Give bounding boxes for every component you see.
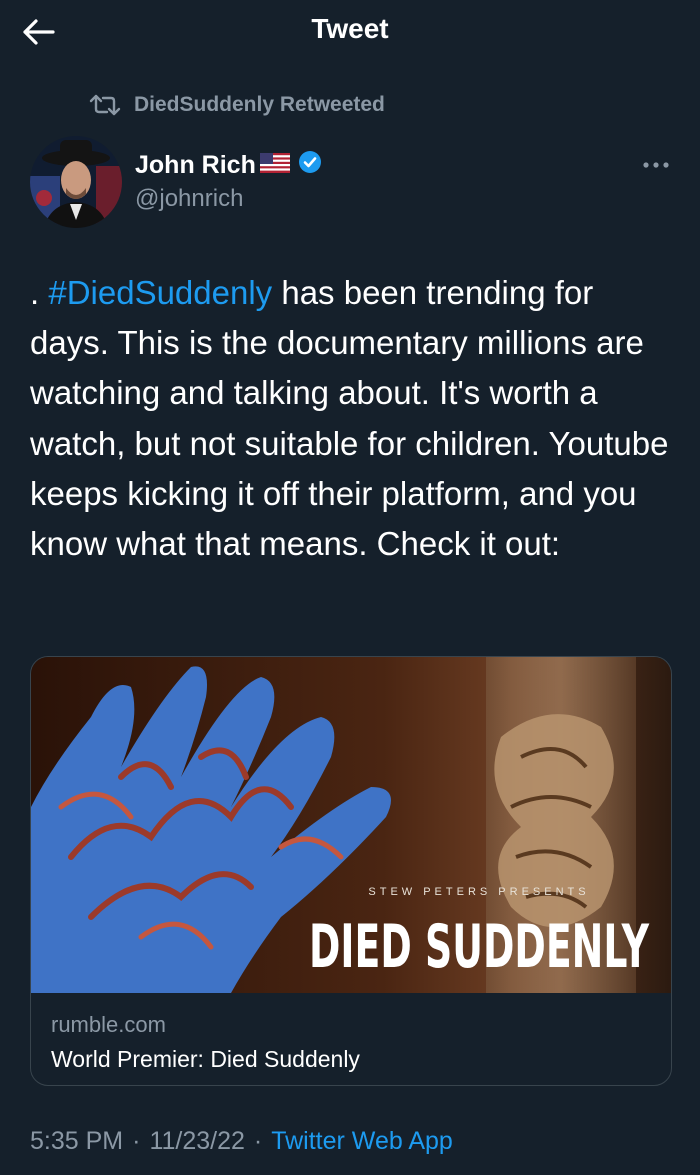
- card-image-subtitle: STEW PETERS PRESENTS: [368, 886, 589, 898]
- card-image: STEW PETERS PRESENTS DIED SUDDENLY: [31, 657, 671, 993]
- link-card[interactable]: STEW PETERS PRESENTS DIED SUDDENLY rumbl…: [30, 656, 672, 1086]
- tweet-body: has been trending for days. This is the …: [30, 274, 669, 563]
- tweet-source-link[interactable]: Twitter Web App: [271, 1127, 453, 1156]
- more-horizontal-icon: [643, 162, 669, 168]
- top-bar: Tweet: [0, 0, 700, 62]
- more-options-button[interactable]: [638, 150, 674, 180]
- retweet-context[interactable]: DiedSuddenly Retweeted: [88, 90, 385, 120]
- card-image-title: DIED SUDDENLY: [309, 912, 650, 982]
- retweet-icon: [89, 94, 121, 116]
- tweet-metadata: 5:35 PM · 11/23/22 · Twitter Web App: [30, 1127, 453, 1156]
- tweet-time[interactable]: 5:35 PM: [30, 1127, 123, 1156]
- card-info: rumble.com World Premier: Died Suddenly: [31, 994, 671, 1085]
- verified-badge-icon: [298, 150, 322, 181]
- retweet-label: DiedSuddenly Retweeted: [134, 93, 385, 116]
- separator: ·: [132, 1127, 141, 1155]
- us-flag-icon: [259, 151, 290, 180]
- author-name[interactable]: John Rich: [135, 150, 322, 181]
- card-title: World Premier: Died Suddenly: [51, 1046, 360, 1072]
- avatar[interactable]: [30, 136, 122, 228]
- author-handle[interactable]: @johnrich: [135, 185, 243, 213]
- separator: ·: [253, 1127, 263, 1155]
- card-domain: rumble.com: [51, 1012, 166, 1037]
- tweet-date[interactable]: 11/23/22: [149, 1127, 244, 1156]
- author-display-name: John Rich: [135, 151, 256, 179]
- tweet-text: . #DiedSuddenly has been trending for da…: [30, 268, 670, 569]
- page-title: Tweet: [311, 13, 389, 44]
- tweet-prefix: .: [30, 274, 49, 311]
- hashtag-link[interactable]: #DiedSuddenly: [48, 274, 272, 311]
